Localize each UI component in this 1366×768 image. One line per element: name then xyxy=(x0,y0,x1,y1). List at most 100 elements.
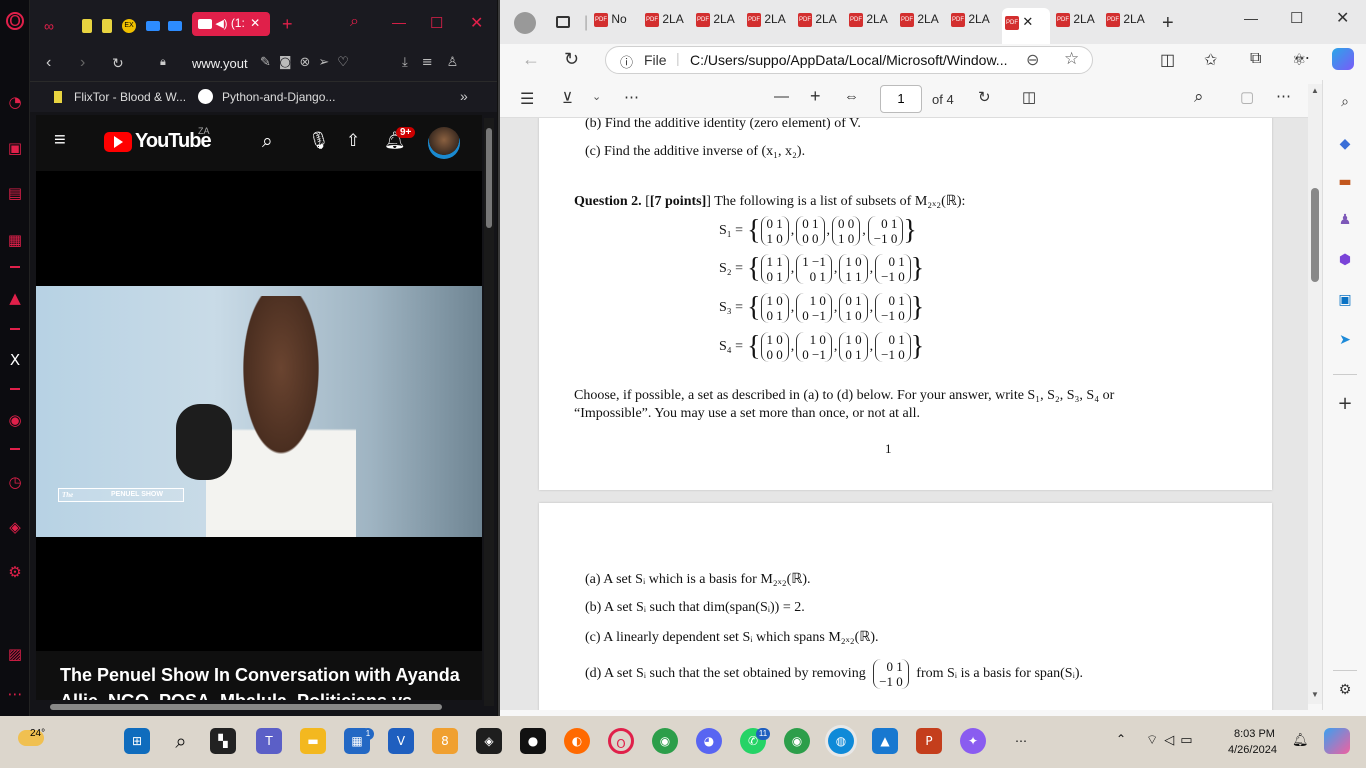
scroll-thumb[interactable] xyxy=(486,128,492,228)
video-title[interactable]: The Penuel Show In Conversation with Aya… xyxy=(60,662,480,702)
edge-url-box[interactable]: ⓘ File | C:/Users/suppo/AppData/Local/Mi… xyxy=(605,46,1093,74)
tab-pdf[interactable]: PDF 2LA xyxy=(747,12,797,38)
figma-icon[interactable]: ◈ xyxy=(476,728,502,754)
page-view-icon[interactable]: ◫ xyxy=(1022,88,1036,106)
extensions-cube-icon[interactable]: ◈ xyxy=(5,517,25,537)
scroll-down-icon[interactable]: ▼ xyxy=(1311,690,1319,699)
maximize-icon[interactable]: ☐ xyxy=(430,14,443,32)
telegram-icon[interactable]: ➤ xyxy=(1335,330,1355,350)
app-icon[interactable]: 8 xyxy=(432,728,458,754)
more-apps-icon[interactable]: ⋯ xyxy=(1008,728,1034,754)
search-icon[interactable]: ⌕ xyxy=(1335,92,1355,112)
profile-icon[interactable] xyxy=(514,12,536,34)
rotate-icon[interactable]: ↻ xyxy=(978,88,991,106)
horizontal-scrollbar[interactable] xyxy=(36,700,482,714)
video-player[interactable]: The PENUEL SHOW xyxy=(36,286,482,537)
tab-pdf[interactable]: PDF 2LA xyxy=(1106,12,1156,38)
aria-icon[interactable]: ▲ xyxy=(5,288,25,308)
close-tab-icon[interactable]: ✕ xyxy=(250,16,260,30)
task-view-icon[interactable]: ▚ xyxy=(210,728,236,754)
zoom-tab-icon[interactable] xyxy=(168,21,182,31)
tab-pdf[interactable]: PDF 2LA xyxy=(849,12,899,38)
forward-icon[interactable]: › xyxy=(80,54,85,72)
opera-logo-icon[interactable]: O xyxy=(6,12,24,30)
github-icon[interactable]: ● xyxy=(520,728,546,754)
clock-date[interactable]: 4/26/2024 xyxy=(1228,744,1277,756)
tab-pdf[interactable]: PDF 2LA xyxy=(798,12,848,38)
zoom-minus-icon[interactable]: — xyxy=(774,88,789,105)
more-icon[interactable]: ⋯ xyxy=(5,684,25,704)
maximize-icon[interactable]: ☐ xyxy=(1290,9,1303,27)
tab-pdf[interactable]: PDF 2LA xyxy=(645,12,695,38)
new-tab-icon[interactable]: + xyxy=(1162,12,1174,35)
download-menu-profile-icon[interactable]: ⤓≡♙ xyxy=(402,55,472,70)
more-options-icon[interactable]: ⋯ xyxy=(1276,87,1291,105)
minimize-icon[interactable]: — xyxy=(1244,10,1258,26)
url-text[interactable]: www.yout xyxy=(192,56,248,71)
photos-icon[interactable]: ▲ xyxy=(872,728,898,754)
vpn-icon[interactable]: V xyxy=(388,728,414,754)
opera-icon[interactable]: O xyxy=(608,728,634,754)
tab-pdf[interactable]: PDF 2LA xyxy=(1056,12,1106,38)
clock-time[interactable]: 8:03 PM xyxy=(1234,728,1275,740)
tray-wifi-volume-battery-icon[interactable]: ⌔◁▭ xyxy=(1146,732,1199,748)
tab-pdf[interactable]: PDF 2LA xyxy=(900,12,950,38)
tab-icon[interactable]: EX xyxy=(122,19,136,33)
gallery-icon[interactable]: ▨ xyxy=(5,644,25,664)
history-icon[interactable]: ◷ xyxy=(5,472,25,492)
tab-youtube-active[interactable]: ◀) (1: ✕ xyxy=(192,12,270,36)
copilot-pre-icon[interactable] xyxy=(1324,728,1350,754)
settings-icon[interactable]: ⚙ xyxy=(1335,680,1355,700)
chrome-profile-icon[interactable]: ◉ xyxy=(784,728,810,754)
bookmarks-overflow-icon[interactable]: » xyxy=(460,88,468,104)
mic-icon[interactable]: 🎙︎ xyxy=(308,131,330,151)
gamepad-icon[interactable]: ∞ xyxy=(44,18,54,34)
highlight-icon[interactable]: ⊻ xyxy=(562,89,573,107)
search-icon[interactable]: ⌕ xyxy=(1194,87,1204,107)
tab-icon[interactable] xyxy=(82,19,92,33)
save-icon[interactable]: ▢ xyxy=(1240,88,1254,106)
zoom-plus-icon[interactable]: + xyxy=(810,86,821,107)
copilot-icon[interactable] xyxy=(1332,48,1354,70)
settings-more-icon[interactable]: ⋯ xyxy=(1294,48,1310,68)
teams-icon[interactable]: T xyxy=(256,728,282,754)
search-tabs-icon[interactable]: ⌕ xyxy=(350,13,359,31)
pdf-viewer[interactable]: (b) Find the additive identity (zero ele… xyxy=(500,118,1308,710)
tools-icon[interactable]: ▬ xyxy=(1335,172,1355,192)
add-icon[interactable]: + xyxy=(1335,394,1355,414)
settings-icon[interactable]: ⚙ xyxy=(5,562,25,582)
twitch-icon[interactable]: ▤ xyxy=(5,183,25,203)
tab-pdf[interactable]: PDF 2LA xyxy=(696,12,746,38)
upload-icon[interactable]: ⇧ xyxy=(346,131,360,151)
tab-pdf[interactable]: PDF No xyxy=(594,12,644,38)
tray-chevron-up-icon[interactable]: ⌃ xyxy=(1116,732,1126,746)
workspace-icon[interactable]: ▦ xyxy=(5,230,25,250)
zoom-tab-icon[interactable] xyxy=(146,21,160,31)
firefox-icon[interactable]: ◐ xyxy=(564,728,590,754)
close-window-icon[interactable]: ✕ xyxy=(470,13,483,33)
x-twitter-icon[interactable]: X xyxy=(5,350,25,370)
outlook-icon[interactable]: ▣ xyxy=(1335,290,1355,310)
powerpoint-icon[interactable]: P xyxy=(916,728,942,754)
back-icon[interactable]: ‹ xyxy=(46,54,51,72)
copilot-icon[interactable]: ✦ xyxy=(960,728,986,754)
bookmark-flixtor[interactable]: FlixTor - Blood & W... xyxy=(74,90,186,104)
info-icon[interactable]: ⓘ xyxy=(620,52,633,71)
pdf-scrollbar[interactable]: ▲ ▼ xyxy=(1308,84,1322,704)
close-window-icon[interactable]: ✕ xyxy=(1336,8,1349,28)
url-text[interactable]: C:/Users/suppo/AppData/Local/Microsoft/W… xyxy=(690,52,1007,68)
workspaces-icon[interactable] xyxy=(556,16,570,28)
address-tools-icon[interactable]: ✎◙⊗➢♡ xyxy=(260,55,357,70)
office-icon[interactable]: ⬢ xyxy=(1335,250,1355,270)
tab-pdf[interactable]: PDF 2LA xyxy=(951,12,1001,38)
start-icon[interactable]: ⊞ xyxy=(124,728,150,754)
more-tools-icon[interactable]: ⋯ xyxy=(624,88,639,106)
games-icon[interactable]: ♟ xyxy=(1335,210,1355,230)
bag-icon[interactable]: ▣ xyxy=(5,138,25,158)
back-icon[interactable]: ← xyxy=(522,49,540,70)
close-tab-icon[interactable]: ✕ xyxy=(1022,14,1033,29)
tab-icon[interactable] xyxy=(102,19,112,33)
reload-icon[interactable]: ↻ xyxy=(112,55,124,72)
scroll-thumb[interactable] xyxy=(1311,188,1319,282)
h-scroll-thumb[interactable] xyxy=(50,704,442,710)
